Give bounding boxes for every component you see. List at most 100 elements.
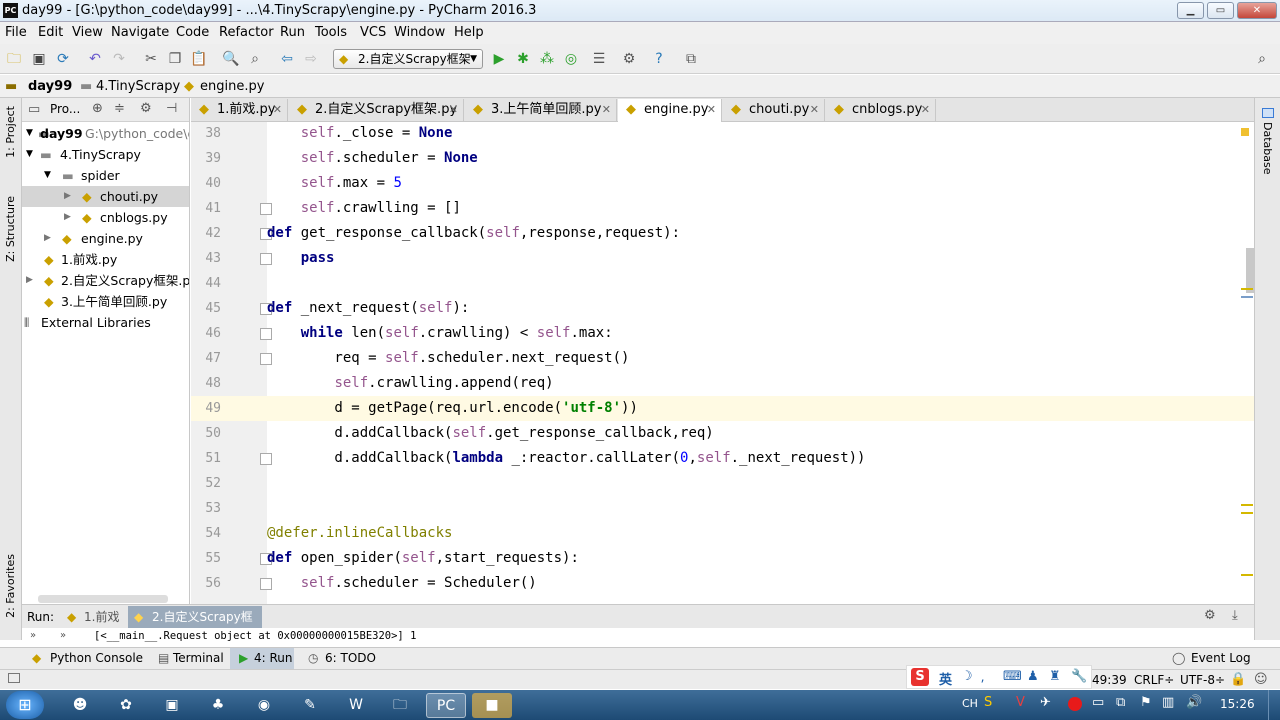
help-icon[interactable]: ? [650,50,668,68]
user-icon[interactable]: ♟ [1027,669,1039,684]
show-desktop-button[interactable] [1268,690,1280,720]
taskbar-save-icon[interactable]: ▣ [152,693,192,718]
clock[interactable]: 15:26 [1220,697,1255,711]
code-line[interactable]: self.scheduler = Scheduler() [267,575,537,591]
open-folder-icon[interactable]: 🗀 [5,50,23,68]
coverage-icon[interactable]: ⁂ [538,50,556,68]
tree-item-chouti[interactable]: ▶ ◆ chouti.py [22,186,189,207]
tray-icon[interactable]: ⧉ [1116,695,1125,710]
code-line[interactable]: self.crawlling = [] [267,200,461,216]
run-tool-tab[interactable]: 4: Run [254,651,293,665]
taskbar-app-icon[interactable]: ■ [472,693,512,718]
menu-file[interactable]: File [5,25,27,40]
taskbar-pycharm-icon[interactable]: PC [426,693,466,718]
tree-item-day99[interactable]: ▼ ▬ day99 G:\python_code\d [22,123,189,144]
run-icon[interactable]: ▶ [490,50,508,68]
breadcrumb-item-day99[interactable]: day99 [28,79,72,94]
code-line[interactable]: self.scheduler = None [267,150,478,166]
structure-tool-tab[interactable]: Z: Structure [4,196,17,262]
taskbar-app-icon[interactable]: ☻ [60,693,100,718]
redo-icon[interactable]: ↷ [110,50,128,68]
code-line[interactable]: @defer.inlineCallbacks [267,525,452,541]
code-line[interactable]: req = self.scheduler.next_request() [267,350,629,366]
menu-tools[interactable]: Tools [315,25,347,40]
moon-icon[interactable]: ☽ [961,669,973,684]
find-icon[interactable]: 🔍 [222,50,240,68]
todo-tab[interactable]: 6: TODO [325,651,376,665]
hide-icon[interactable]: ⊣ [166,101,177,116]
concurrency-icon[interactable]: ☰ [590,50,608,68]
replace-icon[interactable]: ⌕ [246,50,264,68]
code-line[interactable]: d.addCallback(lambda _:reactor.callLater… [267,450,865,466]
tray-icon[interactable]: ⚑ [1140,695,1152,710]
record-icon[interactable] [1068,697,1082,711]
close-icon[interactable]: ✕ [602,99,611,121]
project-view-select[interactable]: Pro... [50,102,80,116]
tree-item-external-libraries[interactable]: ⫴ External Libraries [22,312,189,333]
code-line[interactable]: while len(self.crawlling) < self.max: [267,325,613,341]
code-line[interactable]: d.addCallback(self.get_response_callback… [267,425,713,441]
taskbar-explorer-icon[interactable]: 🗀 [380,693,420,718]
code-line[interactable]: d = getPage(req.url.encode('utf-8')) [267,400,637,416]
undo-icon[interactable]: ↶ [86,50,104,68]
cut-icon[interactable]: ✂ [142,50,160,68]
menu-code[interactable]: Code [176,25,209,40]
menu-edit[interactable]: Edit [38,25,63,40]
tree-item-tinyscrapy[interactable]: ▼ ▬ 4.TinyScrapy [22,144,189,165]
profile-icon[interactable]: ◎ [562,50,580,68]
sync-icon[interactable]: ⟳ [54,50,72,68]
tab-chouti[interactable]: ◆ chouti.py ✕ [723,99,825,122]
tree-item-cnblogs[interactable]: ▶ ◆ cnblogs.py [22,207,189,228]
save-icon[interactable]: ▣ [30,50,48,68]
run-tab-2[interactable]: ◆2.自定义Scrapy框架 [128,606,262,646]
project-tool-tab[interactable]: 1: Project [4,106,17,158]
taskbar-chrome-icon[interactable]: ◉ [244,693,284,718]
keyboard-icon[interactable]: ⌨ [1003,669,1022,684]
volume-icon[interactable]: 🔊 [1186,695,1202,710]
minimize-button[interactable]: ▁ [1177,2,1204,19]
menu-refactor[interactable]: Refactor [219,25,274,40]
tray-icon[interactable]: V [1016,695,1025,710]
taskbar-app-icon[interactable]: ✿ [106,693,146,718]
event-log-tab[interactable]: Event Log [1191,651,1251,665]
python-console-tab[interactable]: Python Console [50,651,143,665]
menu-navigate[interactable]: Navigate [111,25,169,40]
tree-item-spider[interactable]: ▼ ▬ spider [22,165,189,186]
copy-icon[interactable]: ❐ [166,50,184,68]
tab-2[interactable]: ◆ 2.自定义Scrapy框架.py ✕ [289,99,464,122]
close-button[interactable]: ✕ [1237,2,1277,19]
tree-item-file-3[interactable]: ◆ 3.上午简单回顾.py [22,291,189,312]
favorites-tool-tab[interactable]: 2: Favorites [4,554,17,618]
network-icon[interactable]: ▥ [1162,695,1174,710]
code-line[interactable]: def get_response_callback(self,response,… [267,225,680,241]
sdk-icon[interactable]: ⧉ [682,50,700,68]
menu-vcs[interactable]: VCS [360,25,386,40]
back-icon[interactable]: ⇦ [278,50,296,68]
close-icon[interactable]: ✕ [707,99,716,121]
file-encoding[interactable]: UTF-8÷ [1180,673,1225,687]
terminal-tab[interactable]: Terminal [173,651,224,665]
tray-icon[interactable]: ✈ [1040,695,1051,710]
code-line[interactable]: pass [267,250,335,266]
run-config-select[interactable]: ◆ 2.自定义Scrapy框架 ▼ [333,49,483,69]
vertical-scrollbar-thumb[interactable] [1246,248,1254,293]
taskbar-notepad-icon[interactable]: ✎ [290,693,330,718]
debug-icon[interactable]: ✱ [514,50,532,68]
gear-icon[interactable]: ⚙ [140,101,152,116]
settings-icon[interactable]: ⚙ [620,50,638,68]
tab-3[interactable]: ◆ 3.上午简单回顾.py ✕ [465,99,617,122]
maximize-button[interactable]: ▭ [1207,2,1234,19]
shirt-icon[interactable]: ♜ [1049,669,1061,684]
tree-item-engine[interactable]: ▶ ◆ engine.py [22,228,189,249]
tray-icon[interactable]: S [984,695,992,710]
search-everywhere-icon[interactable]: ⌕ [1253,50,1271,68]
inspector-icon[interactable]: ☺ [1254,672,1268,687]
expand-icon[interactable]: » [60,630,66,641]
taskbar-word-icon[interactable]: W [336,693,376,718]
line-separator[interactable]: CRLF÷ [1134,673,1174,687]
start-button[interactable]: ⊞ [6,691,44,719]
tree-item-file-1[interactable]: ◆ 1.前戏.py [22,249,189,270]
close-icon[interactable]: ✕ [810,99,819,121]
forward-icon[interactable]: ⇨ [302,50,320,68]
code-line[interactable]: def open_spider(self,start_requests): [267,550,579,566]
